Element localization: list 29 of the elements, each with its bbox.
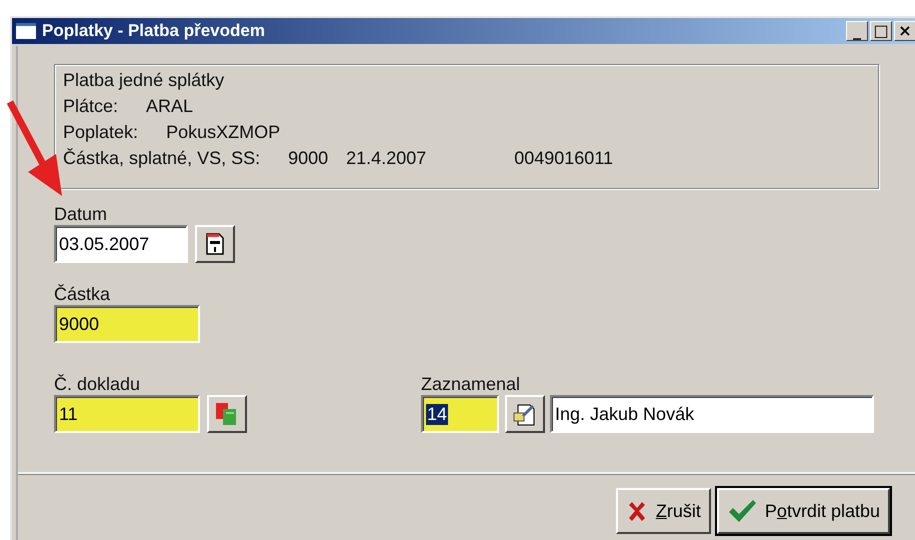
info-value: 9000	[288, 147, 328, 169]
info-label: Platba jedné splátky	[63, 69, 224, 91]
window-control[interactable]: □	[870, 21, 892, 41]
input-field[interactable]: 14	[421, 395, 499, 433]
input-field[interactable]: 11	[54, 395, 200, 433]
window-icon	[16, 23, 36, 39]
confirm-button[interactable]: Potvrdit platbu	[716, 488, 890, 534]
input-field[interactable]: 03.05.2007	[54, 225, 188, 263]
info-label: Poplatek:	[63, 121, 138, 143]
lookup-button[interactable]	[505, 395, 545, 433]
info-value: ARAL	[146, 95, 194, 117]
documents-button[interactable]	[207, 395, 247, 433]
field-label: Datum	[54, 203, 108, 225]
field-value: 14	[426, 404, 448, 424]
window-control[interactable]: _	[846, 21, 868, 41]
field-label: Č. dokladu	[54, 373, 142, 395]
info-value: PokusXZMOP	[166, 121, 280, 143]
cancel-button[interactable]: Zrušit	[616, 488, 711, 534]
field-label: Zaznamenal	[421, 373, 522, 395]
info-value: 0049016011	[514, 147, 614, 169]
window-control[interactable]: ×	[894, 21, 915, 41]
info-label: Částka, splatné, VS, SS:	[63, 147, 260, 169]
field-label: Částka	[54, 283, 112, 305]
name-field[interactable]: Ing. Jakub Novák	[550, 395, 874, 433]
window-title: Poplatky - Platba převodem	[42, 21, 266, 41]
check-icon	[726, 498, 757, 524]
info-label: Plátce:	[63, 95, 118, 117]
input-field[interactable]: 9000	[54, 305, 200, 343]
info-value: 21.4.2007	[346, 147, 426, 169]
